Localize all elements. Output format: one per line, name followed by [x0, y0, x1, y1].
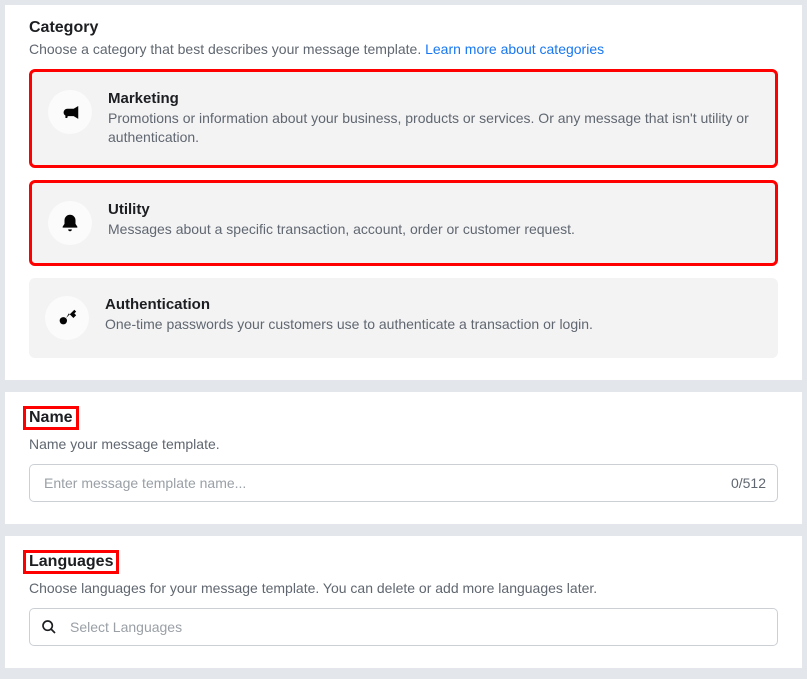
bell-icon: [48, 201, 92, 245]
card-body: Utility Messages about a specific transa…: [108, 201, 759, 239]
megaphone-icon: [48, 90, 92, 134]
char-count: 0/512: [731, 475, 766, 491]
name-input[interactable]: [29, 464, 778, 502]
name-input-wrap: 0/512: [29, 464, 778, 502]
languages-input[interactable]: [29, 608, 778, 646]
card-desc: Promotions or information about your bus…: [108, 109, 759, 147]
learn-more-link[interactable]: Learn more about categories: [425, 41, 604, 57]
card-title: Authentication: [105, 296, 762, 313]
card-desc: One-time passwords your customers use to…: [105, 315, 762, 334]
card-body: Marketing Promotions or information abou…: [108, 90, 759, 147]
languages-title: Languages: [23, 550, 119, 574]
category-subtitle: Choose a category that best describes yo…: [29, 41, 778, 57]
languages-input-wrap: [29, 608, 778, 646]
category-panel: Category Choose a category that best des…: [4, 4, 803, 381]
card-title: Utility: [108, 201, 759, 218]
category-title: Category: [29, 19, 98, 37]
category-subtitle-text: Choose a category that best describes yo…: [29, 41, 425, 57]
name-subtitle: Name your message template.: [29, 436, 778, 452]
key-icon: [45, 296, 89, 340]
card-desc: Messages about a specific transaction, a…: [108, 220, 759, 239]
search-icon: [41, 619, 57, 635]
languages-panel: Languages Choose languages for your mess…: [4, 535, 803, 669]
category-card-utility[interactable]: Utility Messages about a specific transa…: [29, 180, 778, 266]
name-panel: Name Name your message template. 0/512: [4, 391, 803, 525]
card-body: Authentication One-time passwords your c…: [105, 296, 762, 334]
name-title: Name: [23, 406, 79, 430]
category-card-authentication[interactable]: Authentication One-time passwords your c…: [29, 278, 778, 358]
card-title: Marketing: [108, 90, 759, 107]
languages-subtitle: Choose languages for your message templa…: [29, 580, 778, 596]
category-cards: Marketing Promotions or information abou…: [29, 69, 778, 358]
category-card-marketing[interactable]: Marketing Promotions or information abou…: [29, 69, 778, 168]
